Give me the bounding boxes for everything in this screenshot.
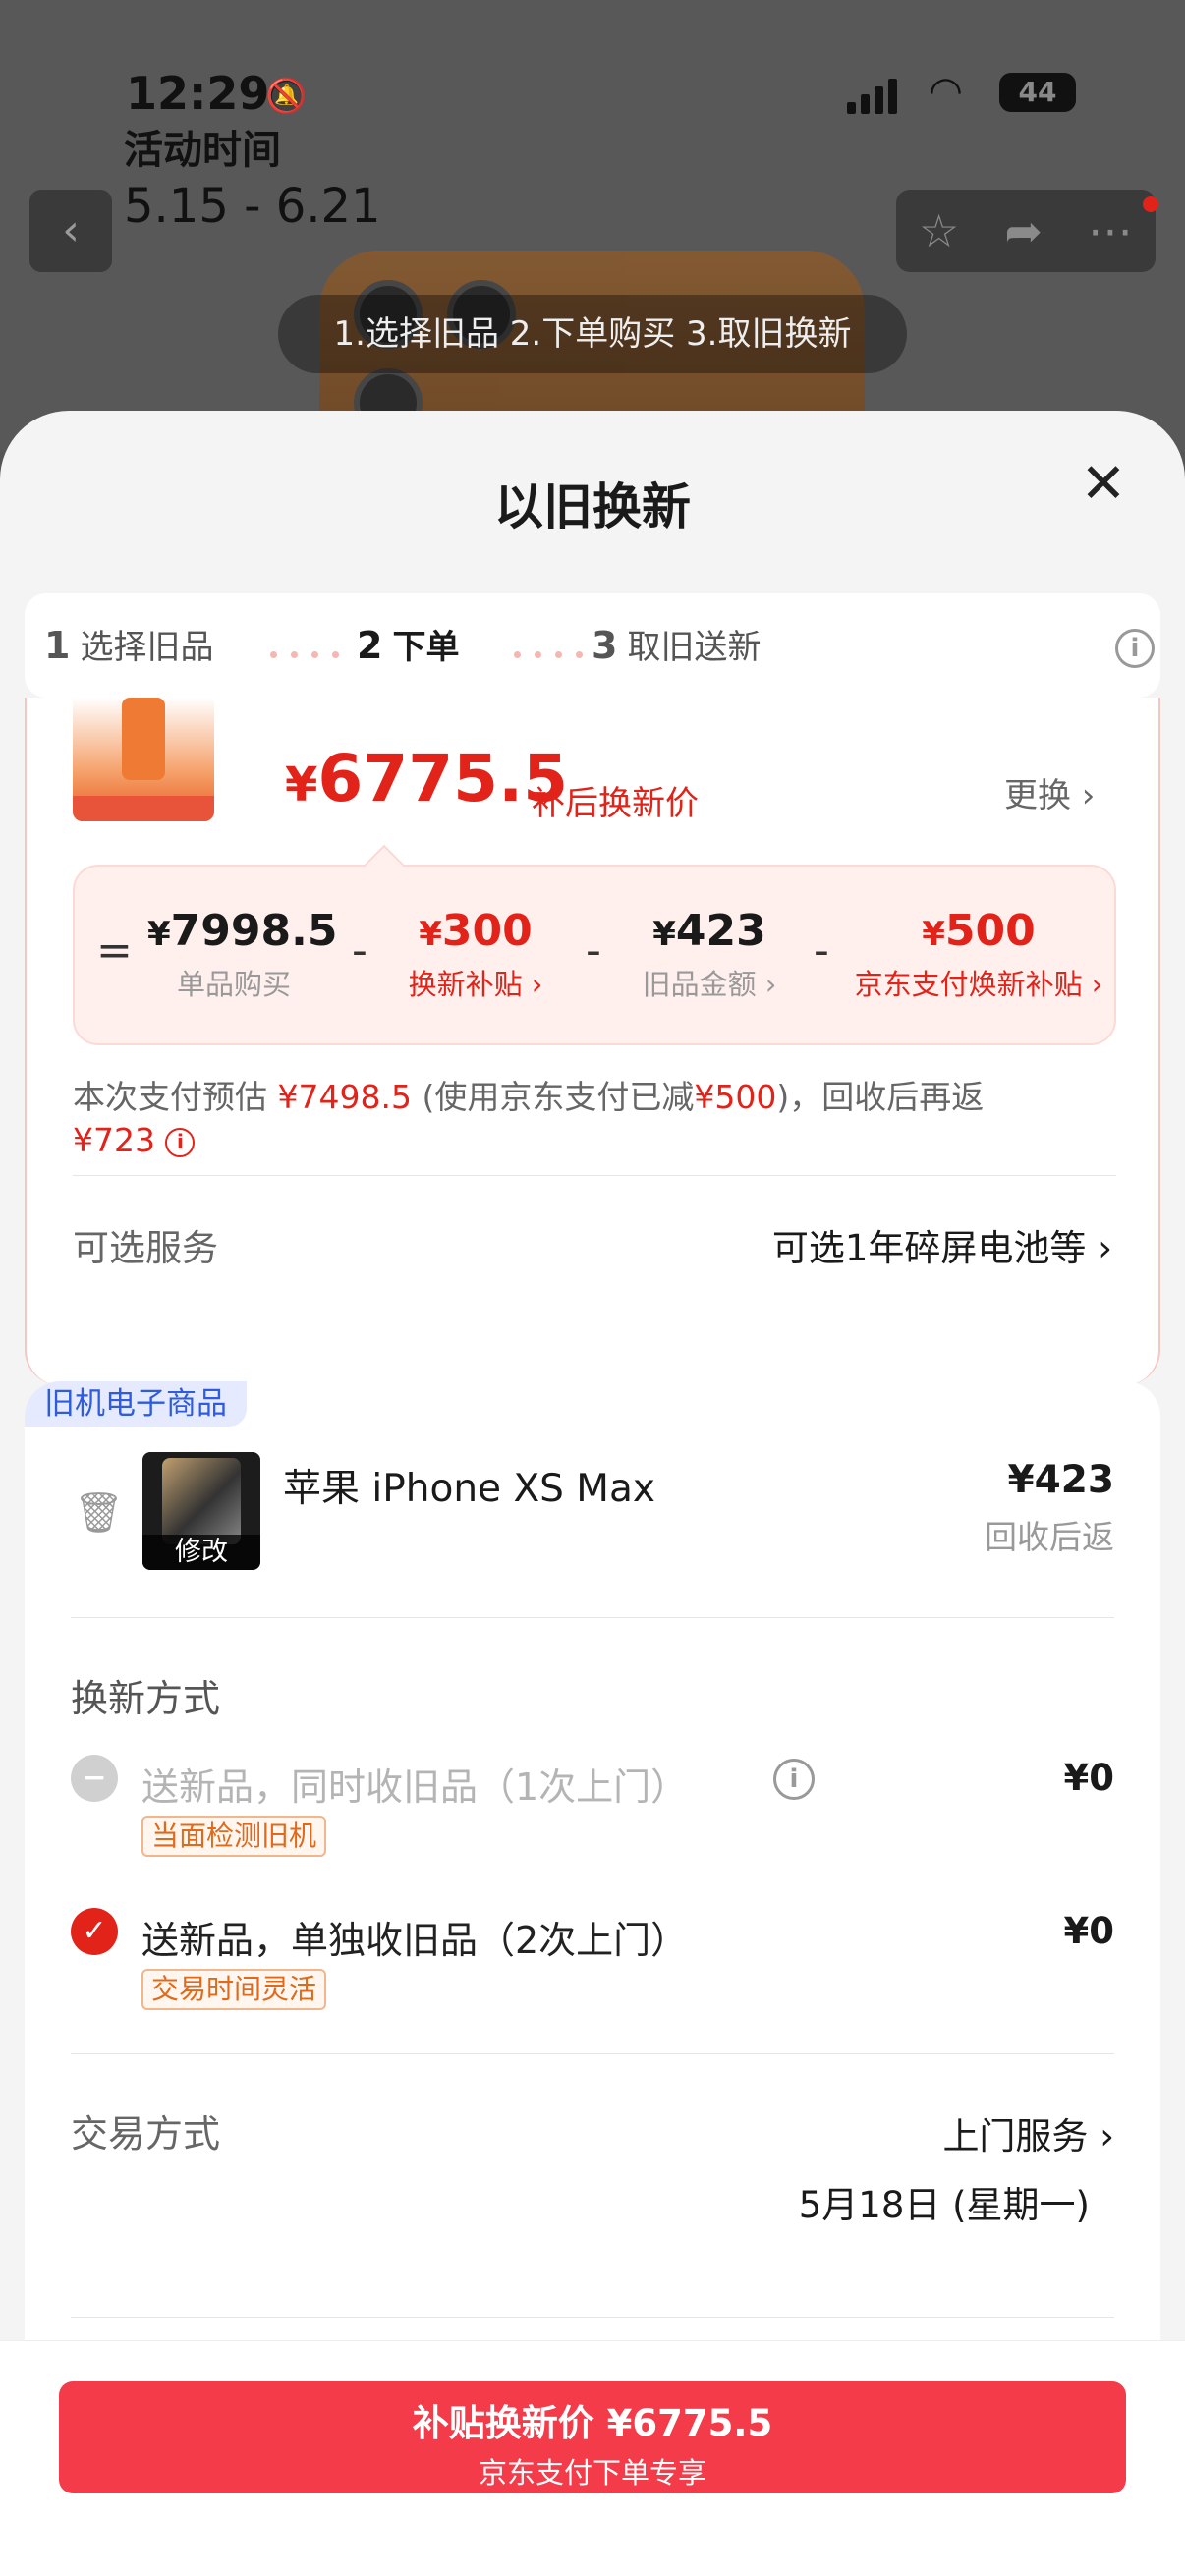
renew-option-price: ¥0 (1063, 1757, 1115, 1799)
minus-sign: - (586, 925, 601, 976)
back-icon[interactable]: ‹ (29, 190, 112, 272)
checkout-button[interactable]: 补贴换新价 ¥6775.5 京东支付下单专享 (59, 2381, 1126, 2493)
renew-option-tag: 当面检测旧机 (141, 1816, 327, 1857)
signal-icon (847, 79, 902, 114)
trade-date: 5月18日 (星期一) (798, 2184, 1090, 2226)
payment-estimate: 本次支付预估 ¥7498.5 (使用京东支付已减¥500)，回收后再返 ¥723… (73, 1078, 985, 1159)
notification-dot (1143, 196, 1158, 212)
change-button[interactable]: 更换 › (1004, 768, 1095, 816)
mute-bell-icon: 🔕 (265, 77, 308, 116)
activity-dates: 5.15 - 6.21 (124, 179, 381, 234)
activity-period: 活动时间 5.15 - 6.21 (124, 118, 381, 234)
divider (71, 2053, 1114, 2054)
old-device-card: 旧机电子商品 🗑 修改 苹果 iPhone XS Max ¥423 回收后返 换… (25, 1381, 1160, 2462)
top-actions: ☆ ➦ ⋯ (896, 190, 1156, 272)
favorite-star-icon[interactable]: ☆ (919, 204, 959, 257)
renew-method-title: 换新方式 (71, 1677, 221, 1720)
status-time: 12:29 (126, 67, 270, 120)
trash-icon[interactable]: 🗑 (74, 1489, 124, 1536)
checkout-title: 补贴换新价 ¥6775.5 (412, 2402, 773, 2444)
price-card-body: ¥6775.5 补后换新价 更换 › = ¥7998.5 单品购买 - ¥300… (25, 698, 1160, 1385)
background-page: 12:29 🔕 ◠ 44 活动时间 5.15 - 6.21 ‹ ☆ ➦ ⋯ 1.… (0, 0, 1185, 452)
renew-option-tag: 交易时间灵活 (141, 1969, 327, 2010)
progress-dots (270, 644, 353, 658)
progress-step-2: 2 下单 (357, 624, 460, 667)
formula-item-purchase: ¥7998.5 单品购买 (147, 906, 338, 1001)
divider (73, 1175, 1116, 1176)
radio-checked-icon[interactable]: ✓ (71, 1908, 118, 1955)
status-bar: 12:29 🔕 ◠ 44 (0, 59, 1185, 120)
activity-label: 活动时间 (124, 128, 281, 173)
steps-banner: 1.选择旧品 2.下单购买 3.取旧换新 (278, 295, 907, 373)
price-formula: = ¥7998.5 单品购买 - ¥300 换新补贴 › - ¥423 旧品金额… (73, 865, 1116, 1045)
trade-in-sheet: 以旧换新 ✕ 1 选择旧品 2 下单 3 取旧送新 i ¥6775.5 补后换新价 更… (0, 411, 1185, 2576)
old-device-price-note: 回收后返 (985, 1518, 1114, 1556)
old-device-name: 苹果 iPhone XS Max (283, 1467, 655, 1511)
renew-option-text: 送新品，单独收旧品（2次上门） (141, 1919, 689, 1962)
info-icon[interactable]: i (1115, 629, 1155, 668)
price-note: 补后换新价 (532, 784, 699, 823)
old-item-tag: 旧机电子商品 (25, 1381, 247, 1427)
progress-dots (514, 644, 596, 658)
equals-sign: = (96, 925, 133, 976)
checkout-subtitle: 京东支付下单专享 (478, 2456, 706, 2490)
info-icon[interactable]: i (165, 1127, 196, 1157)
progress-step-3: 3 取旧送新 (592, 624, 762, 667)
progress-steps: 1 选择旧品 2 下单 3 取旧送新 i (25, 593, 1160, 698)
old-device-thumbnail[interactable]: 修改 (142, 1452, 260, 1570)
trade-method-link[interactable]: 上门服务 › (942, 2106, 1114, 2159)
edit-old-device-button[interactable]: 修改 (142, 1535, 260, 1570)
sheet-title: 以旧换新 (494, 478, 691, 535)
close-icon[interactable]: ✕ (1079, 457, 1128, 512)
optional-service-link[interactable]: 可选1年碎屏电池等 › (772, 1218, 1112, 1271)
battery-icon: 44 (999, 73, 1076, 112)
radio-disabled-icon[interactable]: − (71, 1755, 118, 1802)
renew-option-2[interactable]: ✓ 送新品，单独收旧品（2次上门） ¥0 交易时间灵活 (71, 1908, 1114, 2016)
divider (71, 2317, 1114, 2318)
old-device-price: ¥423 (1007, 1458, 1114, 1502)
minus-sign: - (352, 925, 367, 976)
info-icon[interactable]: i (773, 1759, 815, 1800)
share-icon[interactable]: ➦ (1004, 204, 1043, 257)
more-icon[interactable]: ⋯ (1088, 204, 1133, 257)
divider (71, 1617, 1114, 1618)
bottom-bar: 补贴换新价 ¥6775.5 京东支付下单专享 (0, 2340, 1185, 2576)
renew-option-1[interactable]: − 送新品，同时收旧品（1次上门） i ¥0 当面检测旧机 (71, 1755, 1114, 1863)
wifi-icon: ◠ (929, 69, 963, 114)
formula-item-subsidy[interactable]: ¥300 换新补贴 › (387, 906, 564, 1003)
minus-sign: - (814, 925, 829, 976)
formula-item-jdpay-subsidy[interactable]: ¥500 京东支付焕新补贴 › (851, 906, 1106, 1003)
product-thumbnail[interactable] (73, 698, 214, 821)
trade-method-label: 交易方式 (71, 2112, 221, 2156)
optional-service-label: 可选服务 (73, 1227, 218, 1269)
renew-option-price: ¥0 (1063, 1910, 1115, 1952)
renew-option-text: 送新品，同时收旧品（1次上门） (141, 1765, 689, 1809)
formula-item-old-value[interactable]: ¥423 旧品金额 › (621, 906, 798, 1003)
subsidized-price: ¥6775.5 (285, 741, 569, 816)
progress-step-1: 1 选择旧品 (44, 624, 214, 667)
